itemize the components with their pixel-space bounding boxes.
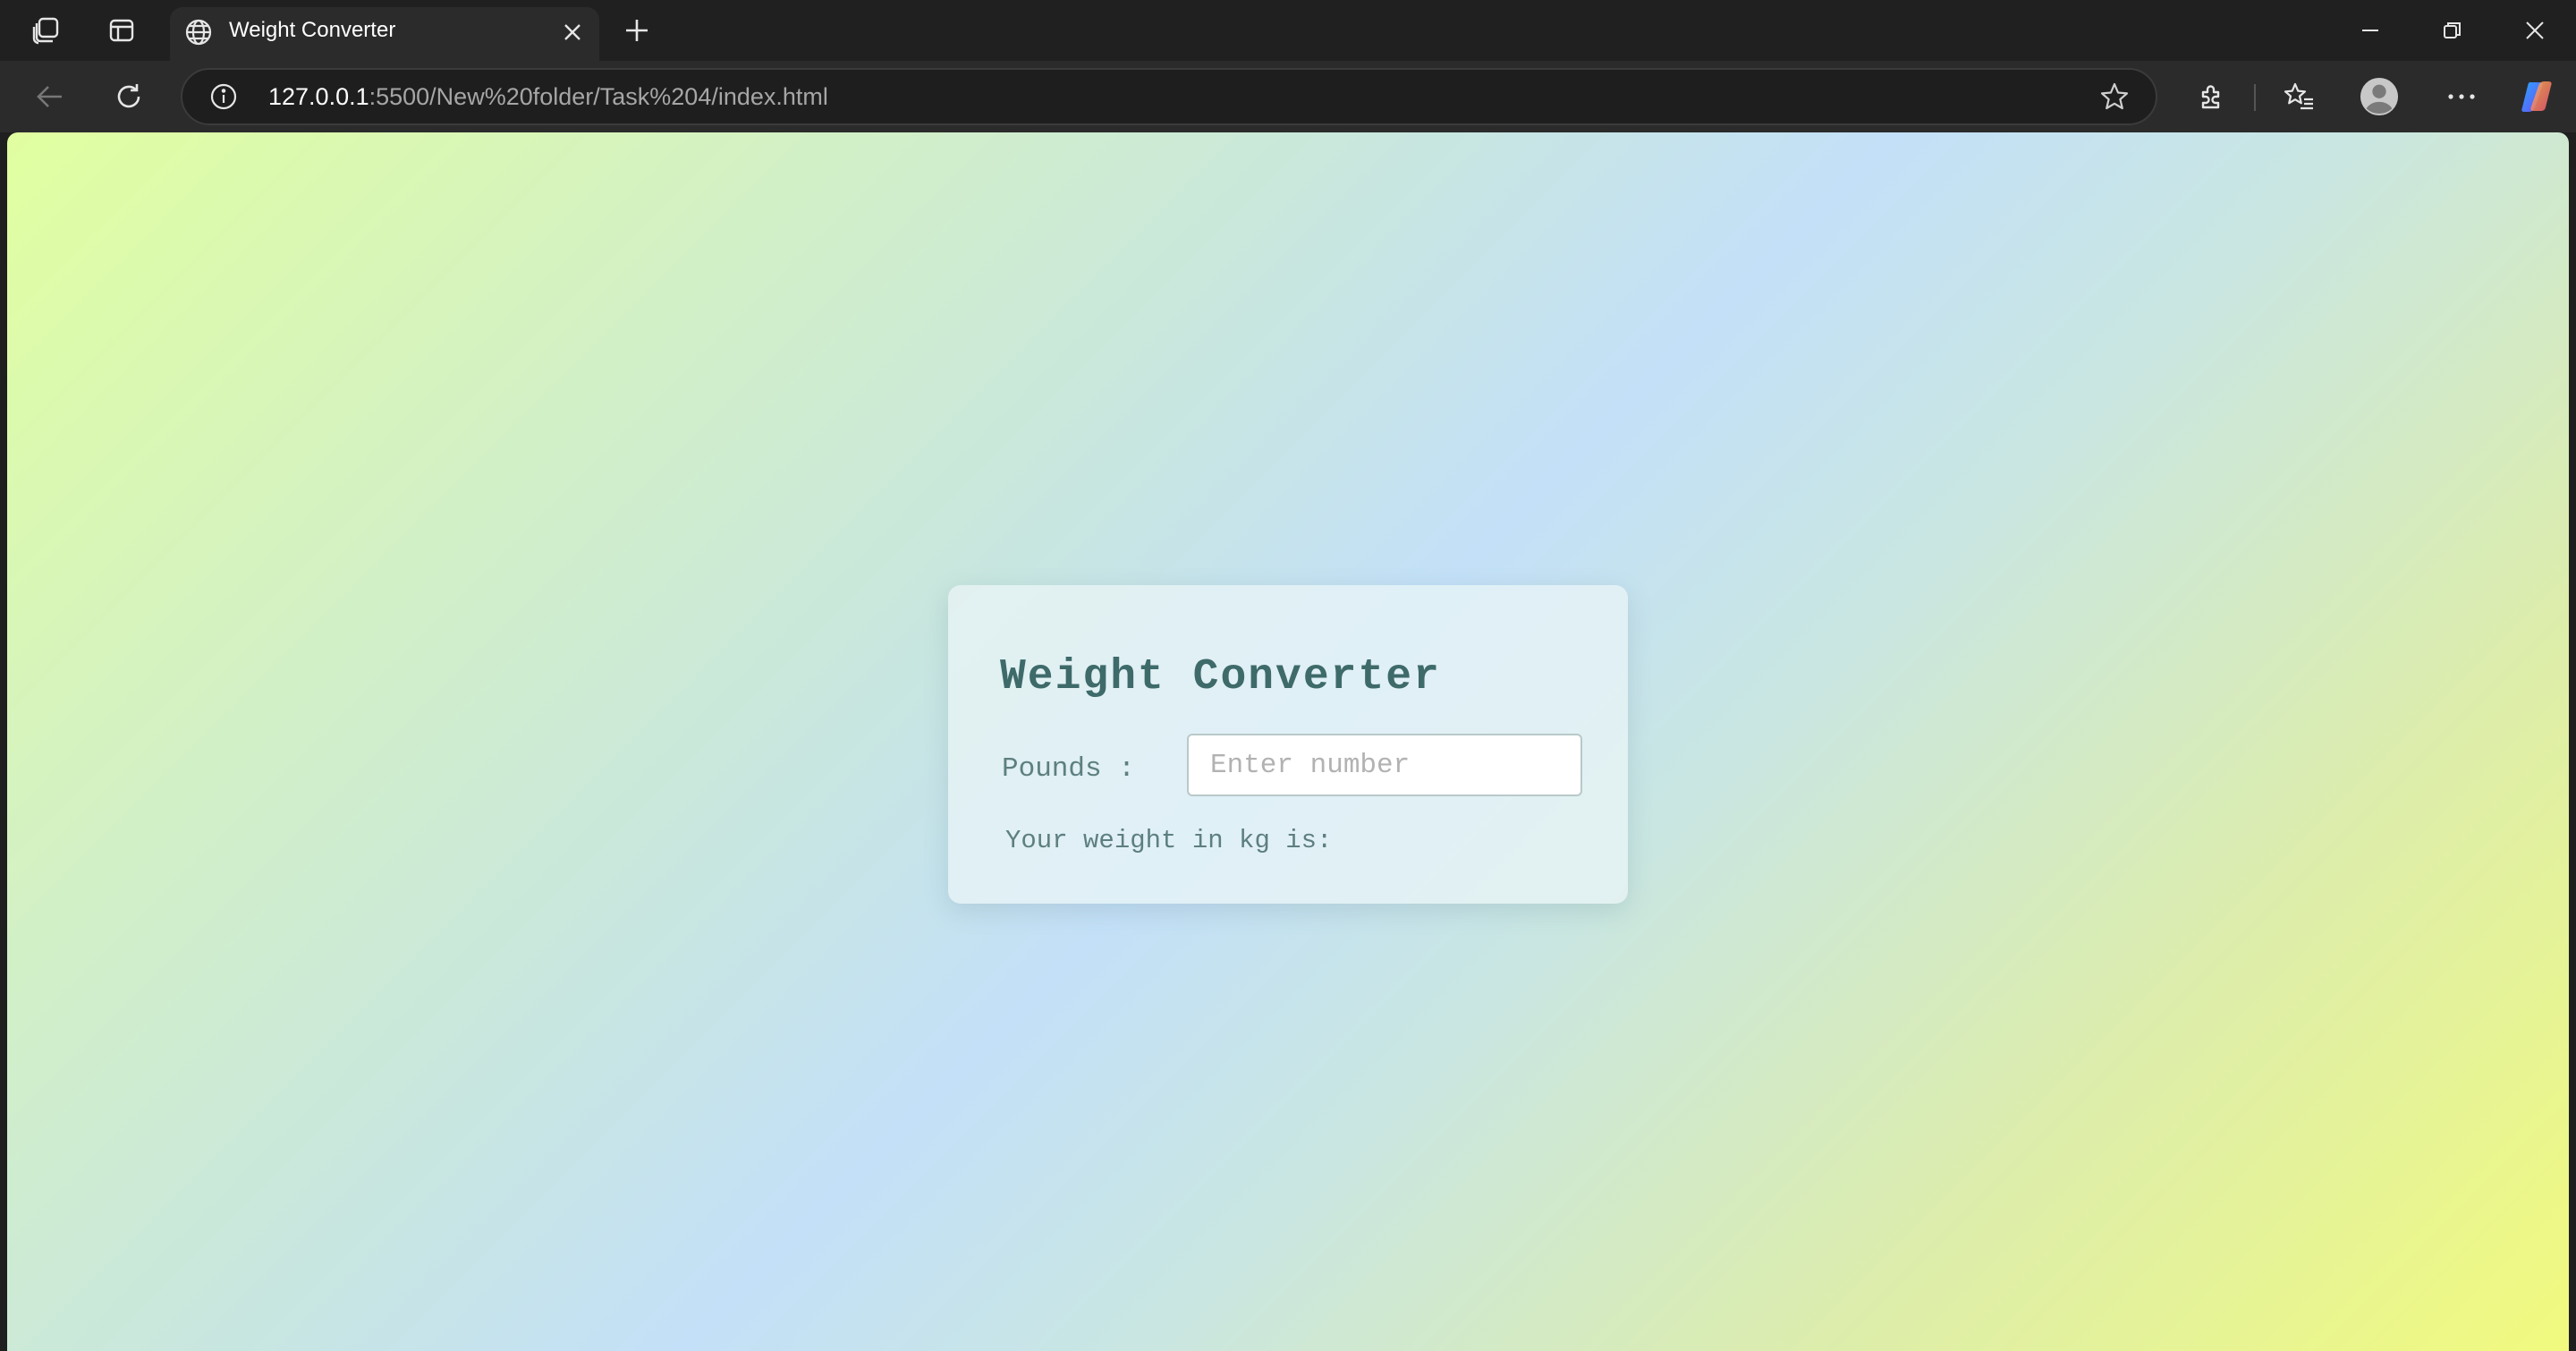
back-button[interactable] <box>30 77 70 116</box>
page-title: Weight Converter <box>1000 653 1441 701</box>
avatar-icon <box>2360 77 2399 116</box>
puzzle-icon[interactable] <box>2191 77 2231 116</box>
pounds-input[interactable] <box>1187 734 1582 796</box>
result-text: Your weight in kg is: <box>1005 826 1333 855</box>
tab-title: Weight Converter <box>229 18 396 42</box>
copilot-icon[interactable] <box>2517 77 2556 116</box>
plus-icon <box>626 20 648 41</box>
globe-icon <box>181 14 216 50</box>
close-icon[interactable] <box>555 14 590 50</box>
active-tab[interactable]: Weight Converter <box>170 7 599 61</box>
close-window-button[interactable] <box>2515 11 2555 50</box>
minimize-button[interactable] <box>2351 11 2390 50</box>
info-icon[interactable] <box>206 79 242 115</box>
vertical-tabs-icon[interactable] <box>104 13 140 48</box>
profile-button[interactable] <box>2360 77 2399 116</box>
star-icon[interactable] <box>2097 79 2132 115</box>
refresh-button[interactable] <box>109 77 148 116</box>
workspaces-icon[interactable] <box>29 13 64 48</box>
new-tab-button[interactable] <box>619 13 655 48</box>
address-bar[interactable]: 127.0.0.1:5500/New%20folder/Task%204/ind… <box>181 68 2157 125</box>
tab-strip: Weight Converter <box>0 0 2576 61</box>
back-arrow-icon <box>37 86 62 107</box>
refresh-icon <box>117 84 140 108</box>
browser-toolbar: 127.0.0.1:5500/New%20folder/Task%204/ind… <box>0 61 2576 132</box>
url-host: 127.0.0.1 <box>268 83 369 110</box>
restore-button[interactable] <box>2433 11 2472 50</box>
more-icon[interactable] <box>2442 77 2481 116</box>
url-text[interactable]: 127.0.0.1:5500/New%20folder/Task%204/ind… <box>268 70 828 123</box>
pounds-label: Pounds : <box>1002 753 1135 785</box>
url-path: :5500/New%20folder/Task%204/index.html <box>369 83 828 110</box>
favorites-icon[interactable] <box>2279 77 2318 116</box>
toolbar-divider <box>2254 84 2256 111</box>
page-viewport: Weight Converter Pounds : Your weight in… <box>7 132 2569 1351</box>
converter-card: Weight Converter Pounds : Your weight in… <box>948 585 1628 904</box>
